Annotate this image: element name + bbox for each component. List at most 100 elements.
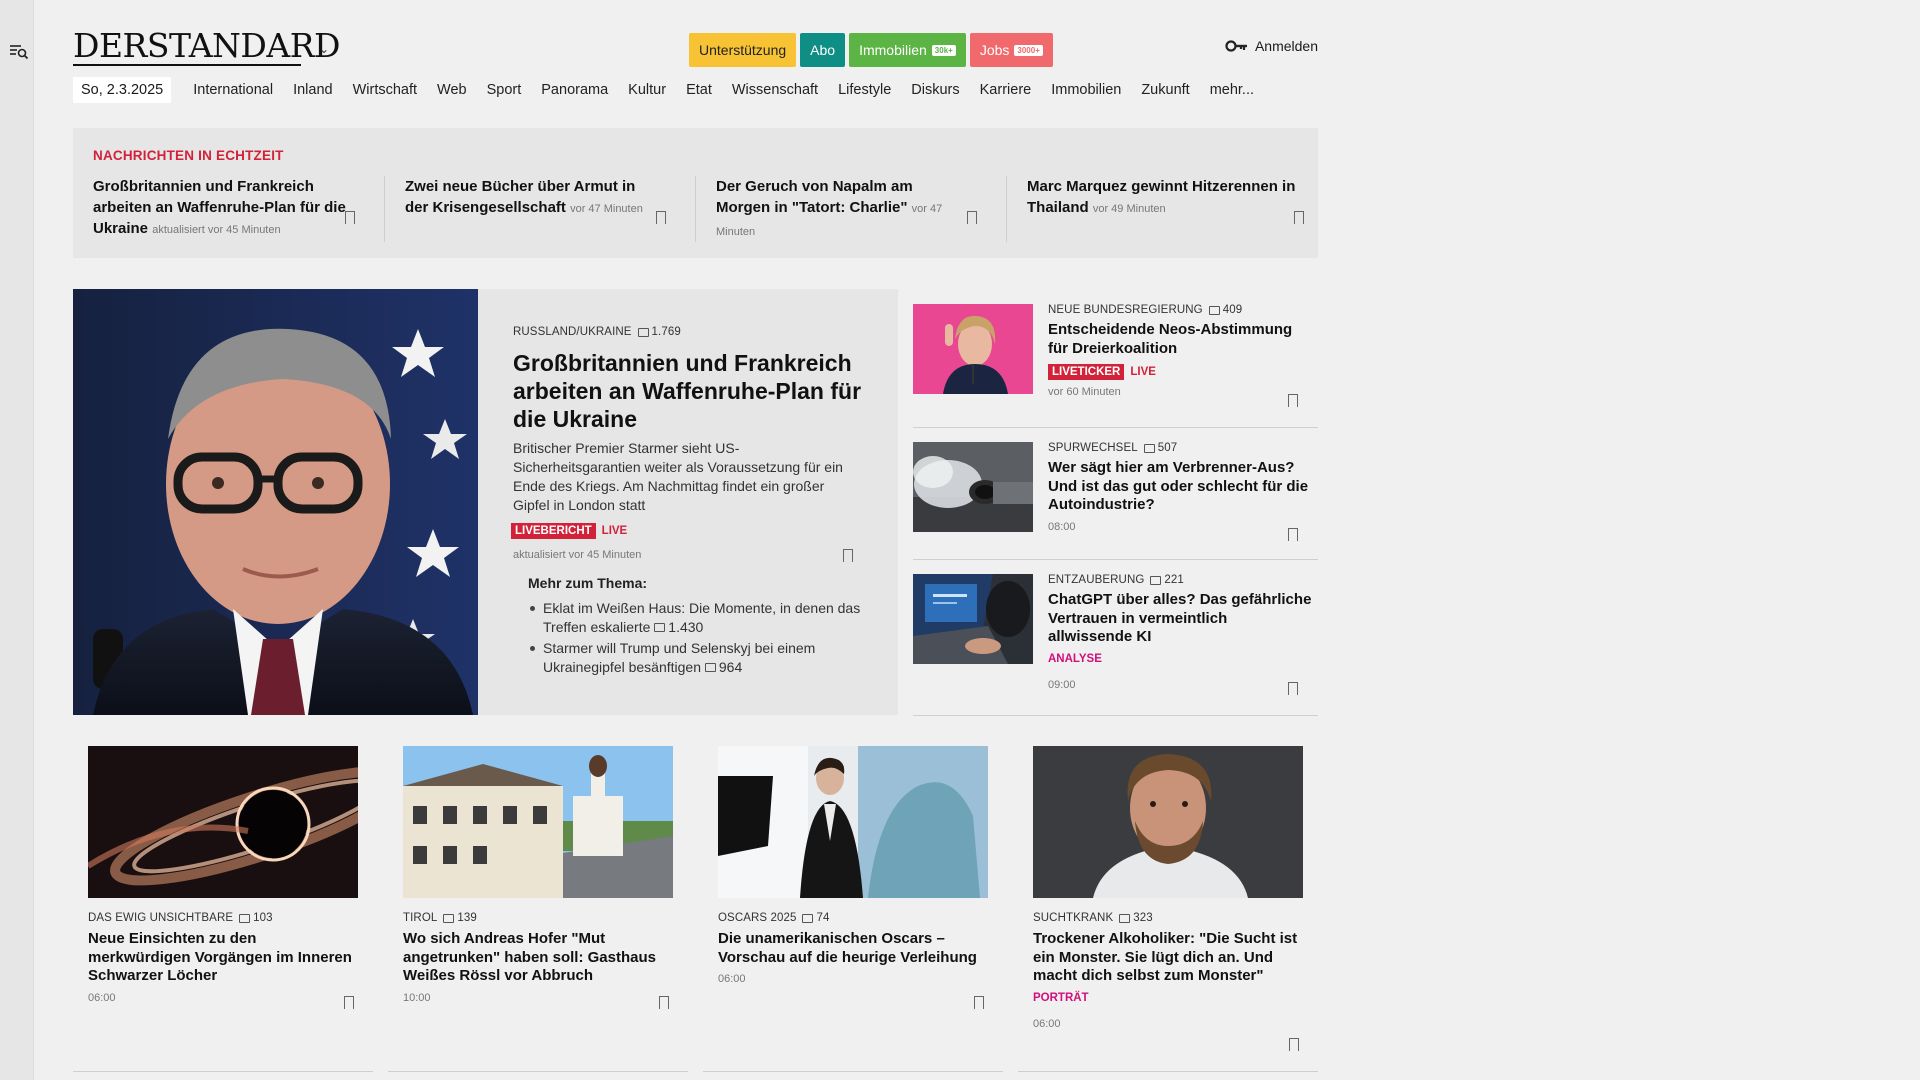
story-image[interactable] xyxy=(1033,746,1303,898)
divider xyxy=(73,1071,373,1072)
bookmark-icon[interactable] xyxy=(345,211,355,225)
nav-item-more[interactable]: mehr... xyxy=(1200,77,1264,103)
nav-item-zukunft[interactable]: Zukunft xyxy=(1131,77,1199,103)
login-label: Anmelden xyxy=(1254,38,1318,54)
comment-count[interactable]: 507 xyxy=(1143,442,1178,454)
comment-icon xyxy=(704,662,716,672)
story-card[interactable]: SUCHTKRANK 323 Trockener Alkoholiker: "Di… xyxy=(1033,746,1303,1052)
story-image[interactable] xyxy=(913,304,1033,394)
story-image[interactable] xyxy=(88,746,358,898)
story-card[interactable]: TIROL 139 Wo sich Andreas Hofer "Mut ange… xyxy=(403,746,673,1010)
story-image[interactable] xyxy=(913,442,1033,532)
lead-image[interactable] xyxy=(73,289,478,715)
comment-count[interactable]: 409 xyxy=(1208,304,1243,316)
story-headline[interactable]: Wo sich Andreas Hofer "Mut angetrunken" … xyxy=(403,930,673,986)
nav-item-etat[interactable]: Etat xyxy=(676,77,722,103)
nav-item-panorama[interactable]: Panorama xyxy=(531,77,618,103)
livebericht-badge: LIVEBERICHT xyxy=(511,523,596,539)
live-label: LIVE xyxy=(601,525,628,537)
bookmark-icon[interactable] xyxy=(843,549,853,563)
live-badge-row: LIVETICKER LIVE xyxy=(1048,364,1313,380)
bookmark-icon[interactable] xyxy=(1289,1038,1299,1052)
comment-count[interactable]: 221 xyxy=(1150,574,1184,586)
related-link[interactable]: Starmer will Trump und Selenskyj bei ein… xyxy=(528,639,868,676)
story-timestamp: 06:00 xyxy=(1033,1017,1061,1030)
ticker-title: NACHRICHTEN IN ECHTZEIT xyxy=(93,148,284,163)
nav-item-inland[interactable]: Inland xyxy=(283,77,343,103)
login-button[interactable]: Anmelden xyxy=(1225,38,1318,54)
bookmark-icon[interactable] xyxy=(1288,394,1298,408)
bookmark-icon[interactable] xyxy=(1288,528,1298,542)
ticker-item[interactable]: Zwei neue Bücher über Armut in der Krise… xyxy=(384,176,680,242)
comment-count[interactable]: 1.430 xyxy=(654,618,703,637)
story-headline[interactable]: Neue Einsichten zu den merkwürdigen Vorg… xyxy=(88,930,358,986)
nav-item-international[interactable]: International xyxy=(183,77,283,103)
story-timestamp: 09:00 xyxy=(1048,678,1076,691)
story-headline[interactable]: Trockener Alkoholiker: "Die Sucht ist ei… xyxy=(1033,930,1303,986)
nav-item-sport[interactable]: Sport xyxy=(477,77,532,103)
side-story[interactable]: NEUE BUNDESREGIERUNG 409 Entscheidende Ne… xyxy=(913,292,1318,430)
story-timestamp: vor 60 Minuten xyxy=(1048,386,1121,398)
ticker-time: aktualisiert vor 45 Minuten xyxy=(152,224,281,236)
menu-search-icon[interactable] xyxy=(8,40,30,62)
logo-underline xyxy=(73,64,301,66)
ticker-item[interactable]: Marc Marquez gewinnt Hitzerennen in Thai… xyxy=(1006,176,1318,242)
bookmark-icon[interactable] xyxy=(967,211,977,225)
bookmark-icon[interactable] xyxy=(1294,211,1304,225)
nav-item-kultur[interactable]: Kultur xyxy=(618,77,676,103)
bookmark-icon[interactable] xyxy=(1288,682,1298,696)
logo[interactable]: DERSTANDARD xyxy=(73,26,341,66)
lead-teaser: Britischer Premier Starmer sieht US-Sich… xyxy=(513,440,843,513)
story-image[interactable] xyxy=(718,746,988,898)
comment-count[interactable]: 139 xyxy=(443,912,477,924)
chevron-down-icon[interactable]: ⌄ xyxy=(319,42,329,56)
story-headline[interactable]: Wer sägt hier am Verbrenner-Aus? Und ist… xyxy=(1048,459,1313,515)
lead-headline[interactable]: Großbritannien und Frankreich arbeiten a… xyxy=(513,349,883,433)
comment-icon xyxy=(1143,443,1155,453)
nav-item-lifestyle[interactable]: Lifestyle xyxy=(828,77,901,103)
comment-count[interactable]: 103 xyxy=(239,912,273,924)
ticker-item[interactable]: Großbritannien und Frankreich arbeiten a… xyxy=(73,176,369,242)
divider xyxy=(388,1071,688,1072)
story-card[interactable]: DAS EWIG UNSICHTBARE 103 Neue Einsichten … xyxy=(88,746,358,1010)
jobs-button[interactable]: Jobs 3000+ xyxy=(969,33,1053,67)
immobilien-button[interactable]: Immobilien 30k+ xyxy=(849,33,966,67)
story-image[interactable] xyxy=(403,746,673,898)
lead-story[interactable]: RUSSLAND/UKRAINE 1.769 Großbritannien un… xyxy=(478,289,898,715)
comment-icon xyxy=(802,913,814,923)
nav-item-immobilien[interactable]: Immobilien xyxy=(1041,77,1131,103)
bookmark-icon[interactable] xyxy=(974,996,984,1010)
story-body: NEUE BUNDESREGIERUNG 409 Entscheidende Ne… xyxy=(1048,304,1313,398)
nav-item-wirtschaft[interactable]: Wirtschaft xyxy=(343,77,427,103)
side-story[interactable]: SPURWECHSEL 507 Wer sägt hier am Verbrenn… xyxy=(913,430,1318,562)
story-headline[interactable]: Die unamerikanischen Oscars – Vorschau a… xyxy=(718,930,988,967)
bookmark-icon[interactable] xyxy=(344,996,354,1010)
nav-item-wissenschaft[interactable]: Wissenschaft xyxy=(722,77,828,103)
immobilien-label: Immobilien xyxy=(859,42,927,58)
comment-count[interactable]: 323 xyxy=(1119,912,1153,924)
nav-item-web[interactable]: Web xyxy=(427,77,477,103)
story-timestamp: 10:00 xyxy=(403,991,431,1004)
nav-item-karriere[interactable]: Karriere xyxy=(970,77,1042,103)
story-headline[interactable]: Entscheidende Neos-Abstimmung für Dreier… xyxy=(1048,321,1313,358)
story-image[interactable] xyxy=(913,574,1033,664)
support-button[interactable]: Unterstützung xyxy=(689,33,797,67)
nav-item-diskurs[interactable]: Diskurs xyxy=(901,77,969,103)
liveticker-badge: LIVETICKER xyxy=(1048,364,1125,380)
related-title: Mehr zum Thema: xyxy=(528,575,648,591)
side-story[interactable]: ENTZAUBERUNG 221 ChatGPT über alles? Das … xyxy=(913,562,1318,717)
story-card[interactable]: OSCARS 2025 74 Die unamerikanischen Oscar… xyxy=(718,746,988,1010)
story-headline[interactable]: ChatGPT über alles? Das gefährliche Vert… xyxy=(1048,591,1313,647)
comment-count[interactable]: 964 xyxy=(704,658,742,677)
comment-count[interactable]: 74 xyxy=(802,912,829,924)
story-kicker: SUCHTKRANK 323 xyxy=(1033,912,1153,924)
ticker-time: vor 47 Minuten xyxy=(570,203,643,215)
portrait-tag: PORTRÄT xyxy=(1033,991,1089,1004)
bookmark-icon[interactable] xyxy=(656,211,666,225)
ticker-item[interactable]: Der Geruch von Napalm am Morgen in "Tato… xyxy=(695,176,991,242)
related-link[interactable]: Eklat im Weißen Haus: Die Momente, in de… xyxy=(528,599,868,636)
bookmark-icon[interactable] xyxy=(659,996,669,1010)
abo-button[interactable]: Abo xyxy=(800,33,846,67)
comment-count[interactable]: 1.769 xyxy=(637,326,681,338)
ticker-headline: Zwei neue Bücher über Armut in der Krise… xyxy=(405,178,643,216)
